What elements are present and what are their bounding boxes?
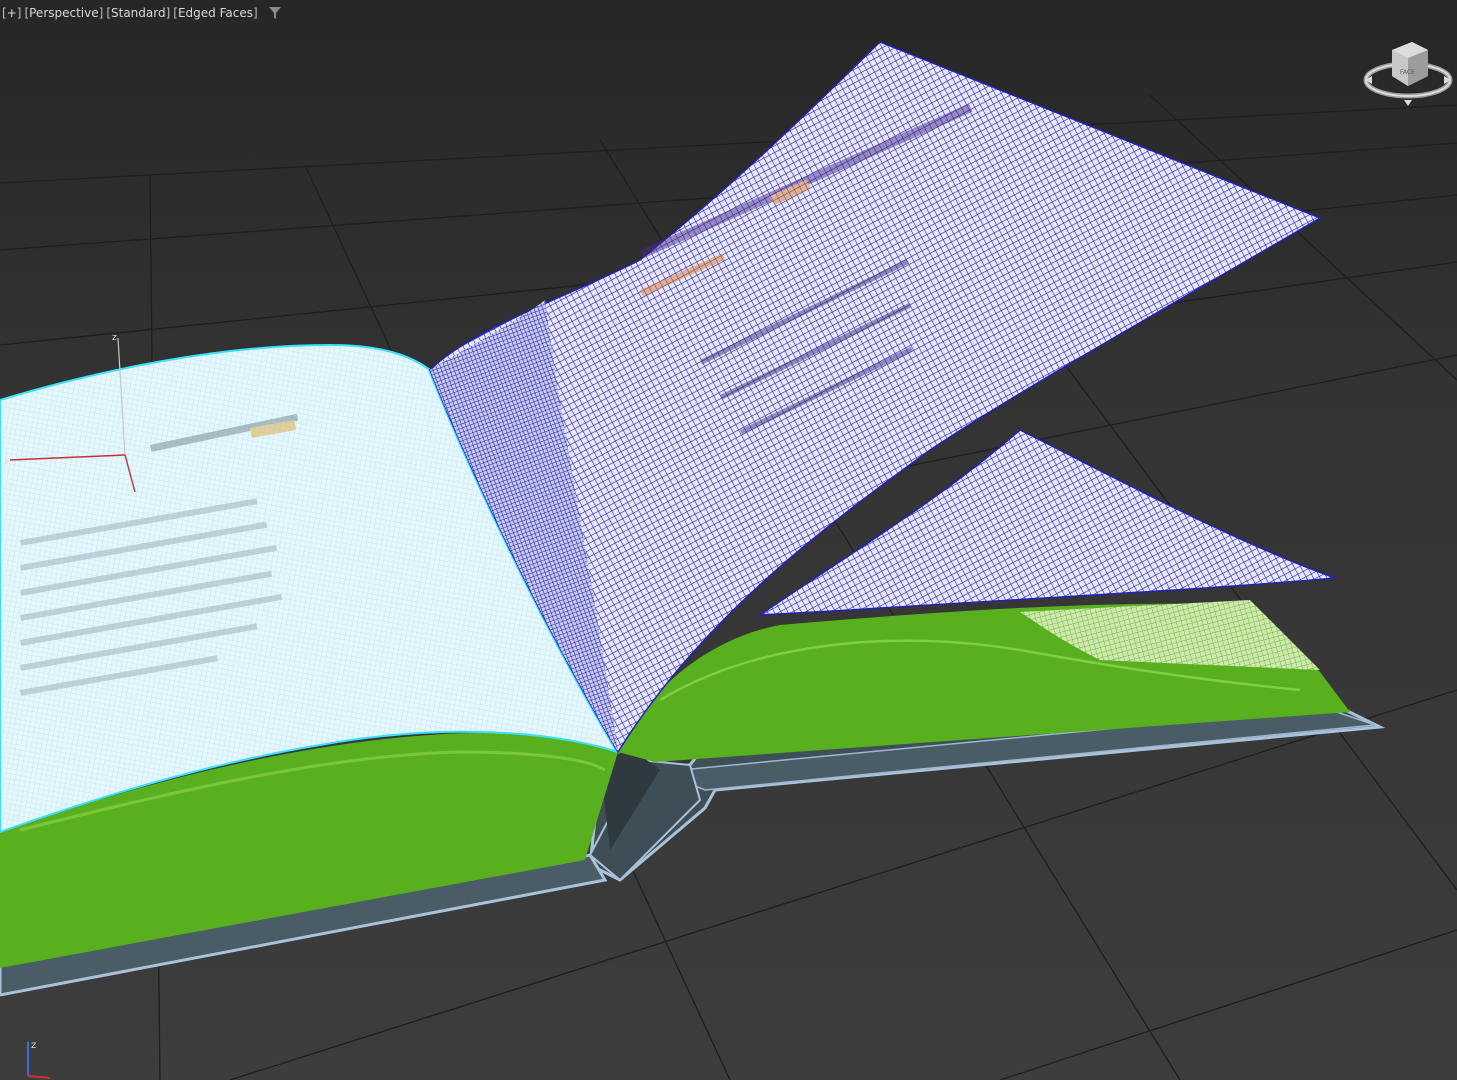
viewport-plus-menu[interactable]: + [2, 6, 21, 20]
viewport-label-menu: + Perspective Standard Edged Faces [2, 6, 281, 20]
filter-icon[interactable] [268, 6, 281, 20]
viewport-display-menu[interactable]: Edged Faces [173, 6, 257, 20]
gizmo-z-label: z [112, 333, 117, 343]
tripod-z-label: z [31, 1040, 36, 1051]
viewport-shading-menu[interactable]: Standard [106, 6, 170, 20]
viewcube-face-label: FACE [1400, 69, 1415, 76]
axis-tripod-icon: z [27, 1040, 51, 1079]
gizmo-x-label: x [4, 457, 10, 467]
perspective-viewport[interactable]: z x + Perspective Standard Edged Faces F… [0, 0, 1457, 1080]
viewport-view-menu[interactable]: Perspective [24, 6, 103, 20]
viewcube-icon[interactable]: FACE [1362, 36, 1454, 110]
viewport-scene[interactable]: z x [0, 0, 1457, 1080]
